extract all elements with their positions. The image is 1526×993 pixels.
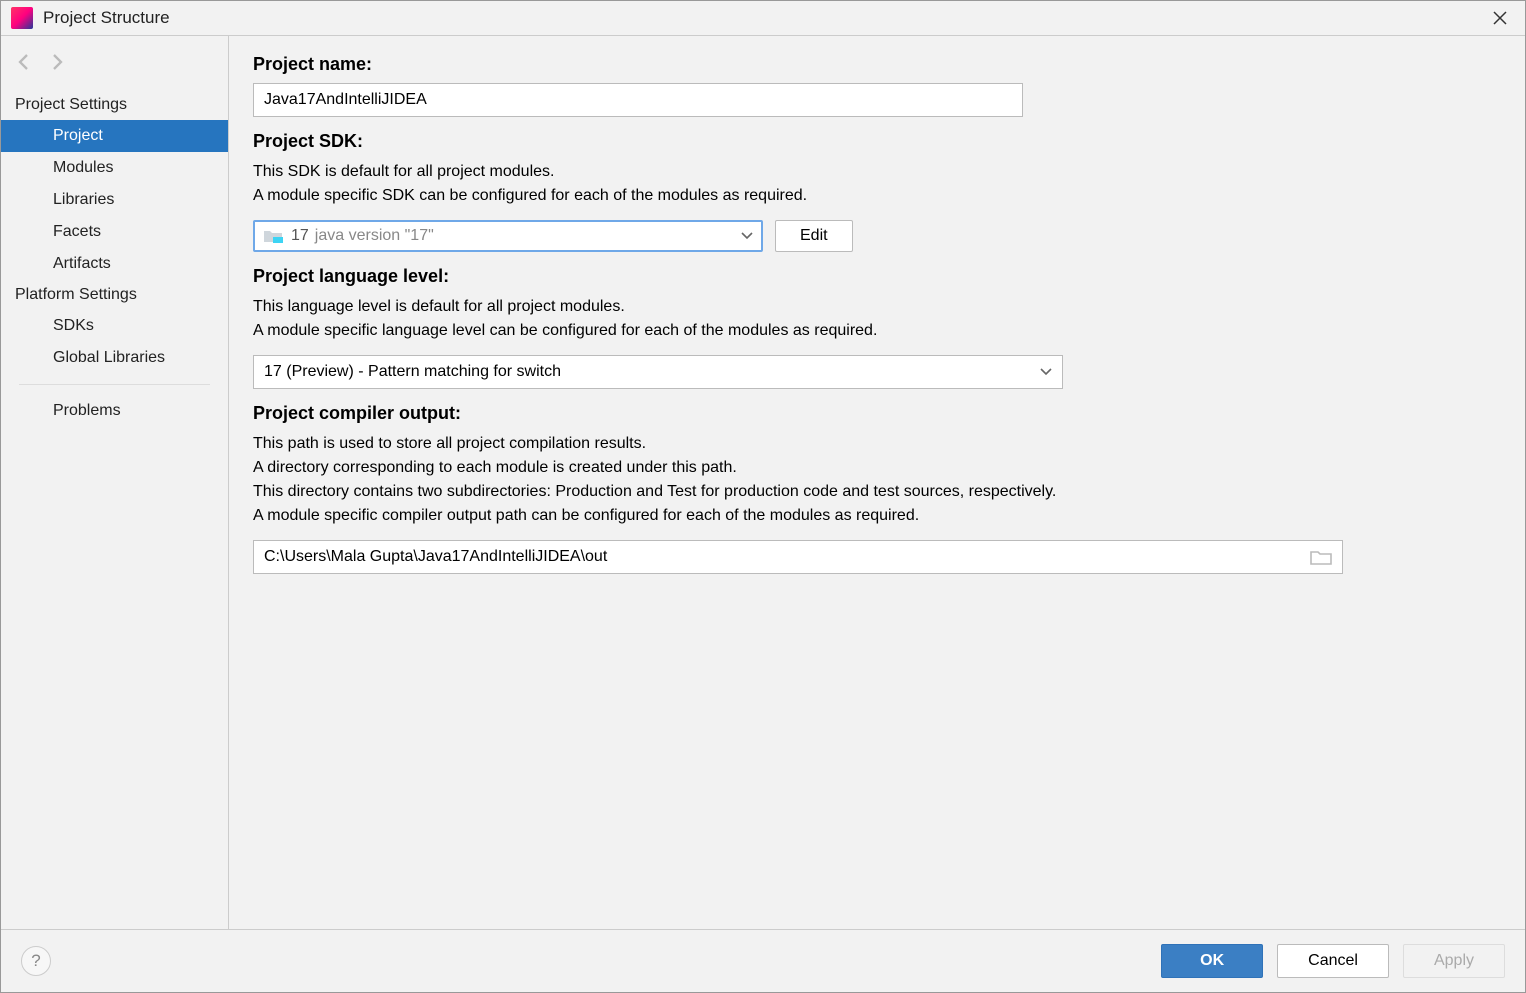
project-sdk-combo[interactable]: 17 java version "17": [253, 220, 763, 252]
folder-icon: [263, 228, 283, 244]
nav-forward-icon[interactable]: [47, 52, 67, 72]
window-title: Project Structure: [43, 8, 170, 28]
sidebar-section-project-settings: Project Settings: [1, 90, 228, 120]
lang-level-label: Project language level:: [253, 266, 1501, 287]
sidebar: Project Settings Project Modules Librari…: [1, 36, 229, 929]
sidebar-item-libraries[interactable]: Libraries: [1, 184, 228, 216]
compiler-output-label: Project compiler output:: [253, 403, 1501, 424]
chevron-down-icon: [1040, 368, 1052, 376]
lang-level-desc2: A module specific language level can be …: [253, 319, 1501, 343]
apply-button: Apply: [1403, 944, 1505, 978]
bottombar: ? OK Cancel Apply: [1, 929, 1525, 992]
project-sdk-label: Project SDK:: [253, 131, 1501, 152]
chevron-down-icon: [741, 232, 753, 240]
sidebar-item-sdks[interactable]: SDKs: [1, 310, 228, 342]
content-panel: Project name: Project SDK: This SDK is d…: [229, 36, 1525, 929]
project-name-input[interactable]: [253, 83, 1023, 117]
sidebar-item-global-libraries[interactable]: Global Libraries: [1, 342, 228, 374]
lang-level-desc1: This language level is default for all p…: [253, 295, 1501, 319]
sidebar-item-modules[interactable]: Modules: [1, 152, 228, 184]
app-icon: [11, 7, 33, 29]
compiler-output-desc1: This path is used to store all project c…: [253, 432, 1501, 456]
sidebar-item-project[interactable]: Project: [1, 120, 228, 152]
compiler-output-desc4: A module specific compiler output path c…: [253, 504, 1501, 528]
titlebar: Project Structure: [1, 1, 1525, 36]
sidebar-item-artifacts[interactable]: Artifacts: [1, 248, 228, 280]
sidebar-item-facets[interactable]: Facets: [1, 216, 228, 248]
close-icon[interactable]: [1485, 7, 1515, 29]
compiler-output-desc2: A directory corresponding to each module…: [253, 456, 1501, 480]
compiler-output-desc3: This directory contains two subdirectori…: [253, 480, 1501, 504]
sidebar-item-problems[interactable]: Problems: [1, 395, 228, 427]
nav-back-icon[interactable]: [15, 52, 35, 72]
lang-level-combo[interactable]: 17 (Preview) - Pattern matching for swit…: [253, 355, 1063, 389]
sdk-value-suffix: java version "17": [315, 227, 434, 245]
compiler-output-field[interactable]: C:\Users\Mala Gupta\Java17AndIntelliJIDE…: [253, 540, 1343, 574]
sdk-value-prefix: 17: [291, 227, 309, 245]
cancel-button[interactable]: Cancel: [1277, 944, 1389, 978]
sidebar-section-platform-settings: Platform Settings: [1, 280, 228, 310]
browse-folder-icon[interactable]: [1310, 548, 1332, 566]
project-name-label: Project name:: [253, 54, 1501, 75]
help-button[interactable]: ?: [21, 946, 51, 976]
compiler-output-value: C:\Users\Mala Gupta\Java17AndIntelliJIDE…: [264, 548, 607, 566]
project-sdk-desc2: A module specific SDK can be configured …: [253, 184, 1501, 208]
project-sdk-desc1: This SDK is default for all project modu…: [253, 160, 1501, 184]
edit-sdk-button[interactable]: Edit: [775, 220, 853, 252]
ok-button[interactable]: OK: [1161, 944, 1263, 978]
lang-level-value: 17 (Preview) - Pattern matching for swit…: [264, 363, 561, 381]
sidebar-divider: [19, 384, 210, 385]
